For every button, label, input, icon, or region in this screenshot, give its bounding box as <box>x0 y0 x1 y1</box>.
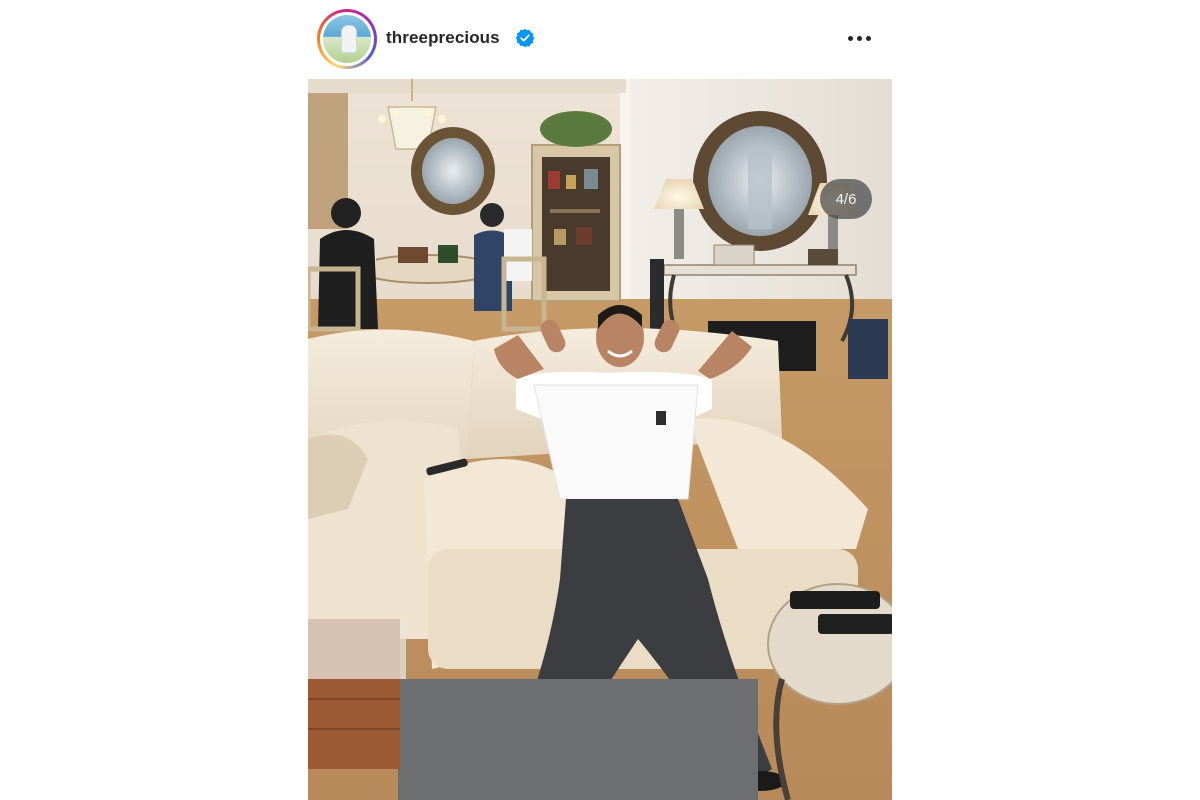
rug <box>398 679 758 800</box>
more-dot-icon <box>856 35 862 41</box>
photo-scene <box>308 79 892 800</box>
wicker-basket <box>308 619 406 769</box>
more-dot-icon <box>865 35 871 41</box>
more-options-button[interactable] <box>842 27 876 49</box>
post-header: threeprecious <box>308 0 892 79</box>
ceiling-trim <box>308 79 626 93</box>
speaker <box>650 259 664 329</box>
username[interactable]: threeprecious <box>386 28 500 48</box>
more-dot-icon <box>847 35 853 41</box>
avatar[interactable] <box>323 15 371 63</box>
side-cart <box>848 319 888 379</box>
remote-control <box>818 614 892 634</box>
dining-mirror <box>411 127 495 215</box>
living-room-mirror <box>693 111 827 251</box>
story-ring[interactable] <box>317 9 377 69</box>
post-photo[interactable]: 4/6 <box>308 79 892 800</box>
verified-badge-icon <box>515 28 535 48</box>
plant <box>540 111 612 147</box>
avatar-border <box>320 12 374 66</box>
instagram-post: threeprecious 4/6 <box>308 0 892 800</box>
carousel-counter: 4/6 <box>820 179 872 219</box>
avatar-figure <box>341 25 357 53</box>
remote-control <box>790 591 880 609</box>
